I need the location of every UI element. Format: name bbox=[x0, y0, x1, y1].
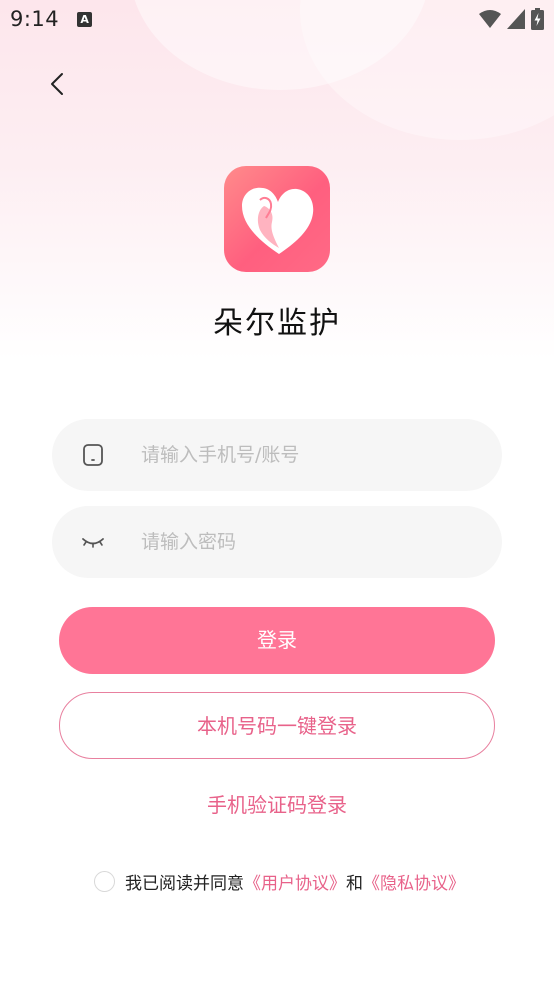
back-button[interactable] bbox=[42, 68, 74, 100]
agreement-conjunction: 和 bbox=[346, 874, 363, 894]
chevron-left-icon bbox=[51, 73, 63, 95]
password-input[interactable] bbox=[141, 531, 461, 553]
app-logo bbox=[224, 166, 330, 272]
heart-icon bbox=[242, 187, 314, 254]
status-time: 9:14 bbox=[10, 7, 60, 31]
account-field[interactable] bbox=[52, 419, 502, 491]
agreement-row: 我已阅读并同意 《用户协议》 和 《隐私协议》 bbox=[94, 869, 465, 894]
account-input[interactable] bbox=[141, 444, 461, 466]
password-field[interactable] bbox=[52, 506, 502, 578]
status-icons bbox=[479, 8, 544, 30]
sms-login-link[interactable]: 手机验证码登录 bbox=[0, 789, 554, 818]
wifi-icon bbox=[479, 10, 501, 28]
login-button[interactable]: 登录 bbox=[59, 607, 495, 674]
one-key-login-button[interactable]: 本机号码一键登录 bbox=[59, 692, 495, 759]
agreement-text: 我已阅读并同意 bbox=[125, 874, 244, 894]
phone-icon bbox=[83, 444, 103, 466]
eye-closed-icon[interactable] bbox=[81, 530, 105, 554]
app-name: 朵尔监护 bbox=[213, 306, 341, 341]
privacy-agreement-link[interactable]: 《隐私协议》 bbox=[363, 869, 465, 894]
agreement-checkbox[interactable] bbox=[94, 871, 115, 892]
user-agreement-link[interactable]: 《用户协议》 bbox=[244, 869, 346, 894]
status-bar: 9:14 A bbox=[0, 0, 554, 38]
battery-icon bbox=[531, 8, 544, 30]
notification-icon: A bbox=[77, 11, 93, 27]
signal-icon bbox=[507, 9, 525, 29]
